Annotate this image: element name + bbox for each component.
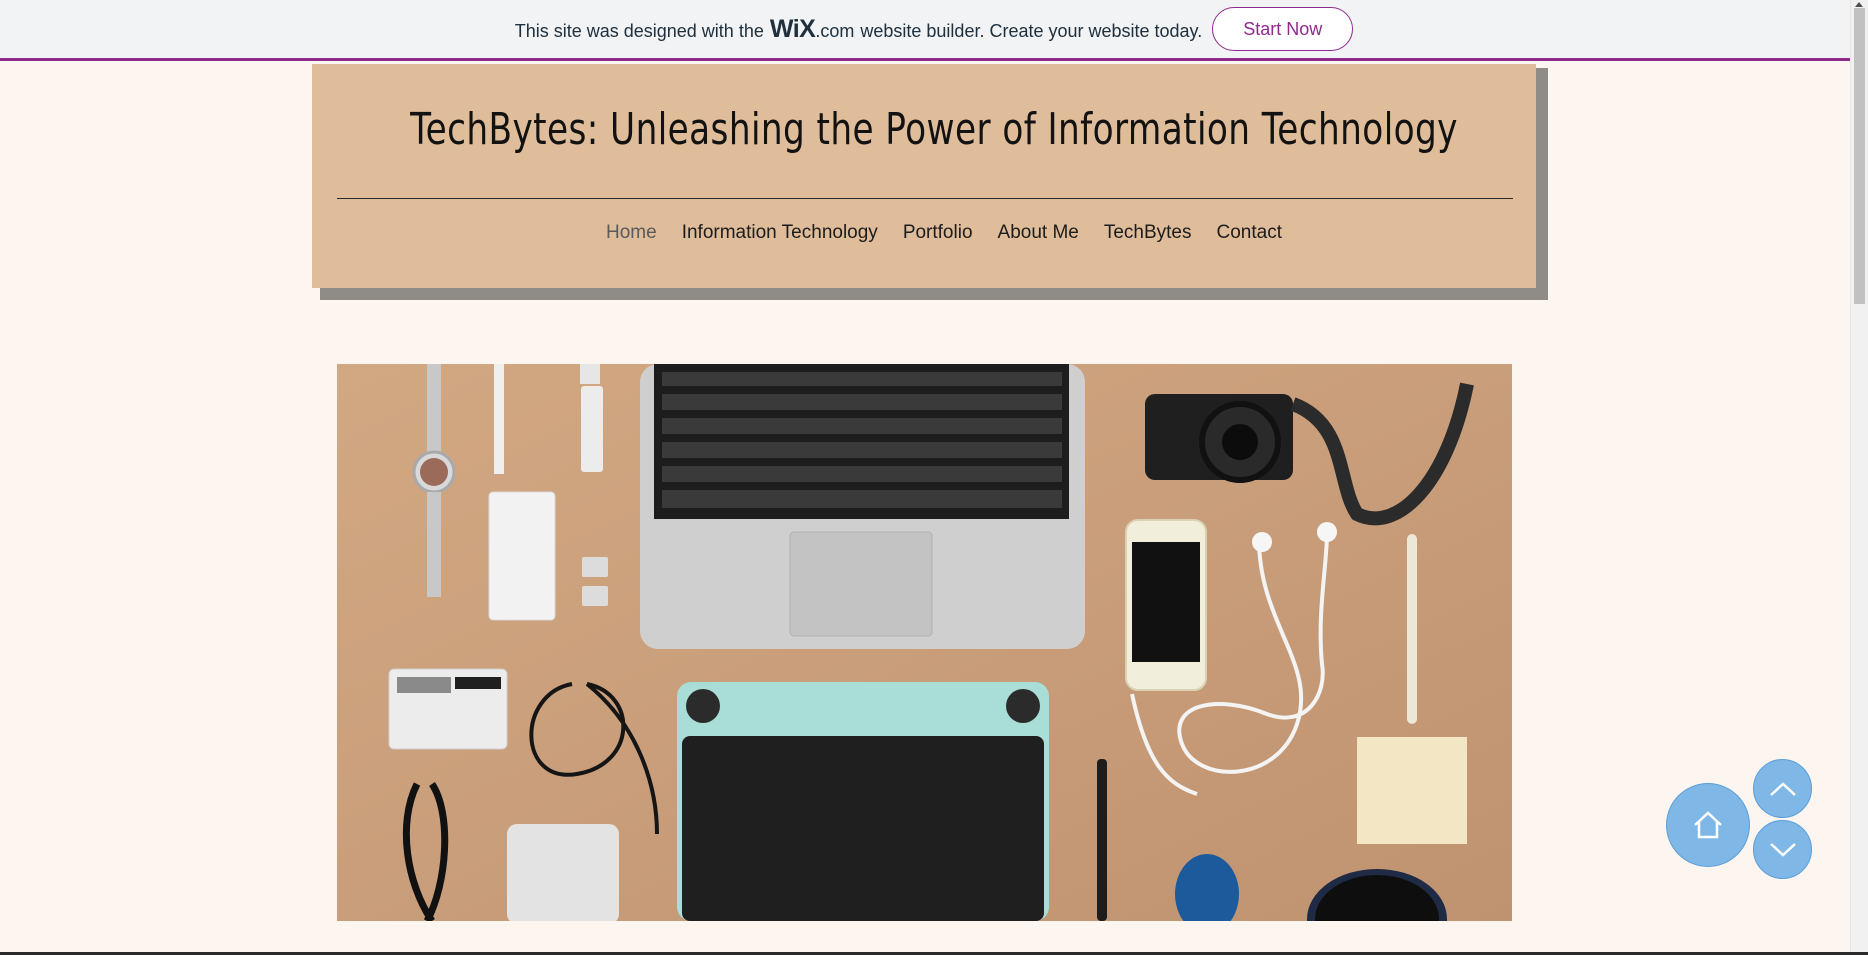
main-nav: Home Information Technology Portfolio Ab… <box>0 220 1868 246</box>
banner-text-after: website builder. Create your website tod… <box>860 20 1203 41</box>
site-header <box>312 64 1536 288</box>
home-button[interactable] <box>1666 783 1750 867</box>
header-divider <box>337 198 1513 199</box>
scroll-down-button[interactable] <box>1753 820 1812 879</box>
nav-item-techbytes[interactable]: TechBytes <box>1091 220 1204 246</box>
nav-item-about-me[interactable]: About Me <box>985 220 1091 246</box>
nav-item-contact[interactable]: Contact <box>1204 220 1294 246</box>
page-scrollbar[interactable] <box>1850 0 1868 955</box>
scroll-up-button[interactable] <box>1753 759 1812 818</box>
wix-logo-dotcom: .com <box>815 20 855 41</box>
chevron-up-icon <box>1769 781 1796 796</box>
hero-image <box>337 364 1512 921</box>
graphics-tablet-icon <box>677 682 1049 921</box>
site-title: TechBytes: Unleashing the Power of Infor… <box>410 104 1458 155</box>
nav-item-portfolio[interactable]: Portfolio <box>890 220 985 246</box>
home-icon <box>1694 811 1722 839</box>
wix-logo-text: WiX <box>769 14 816 43</box>
wix-promo-banner: This site was designed with the WiX.com … <box>0 0 1868 61</box>
start-now-button[interactable]: Start Now <box>1212 7 1354 51</box>
flat-lay-tech-gadgets-image <box>337 364 1512 921</box>
laptop-icon <box>640 364 1085 649</box>
nav-item-information-technology[interactable]: Information Technology <box>669 220 890 246</box>
nav-item-home[interactable]: Home <box>594 220 670 246</box>
scroll-up-arrow-icon[interactable] <box>1855 2 1863 7</box>
wix-logo: WiX.com <box>770 15 855 44</box>
scrollbar-thumb[interactable] <box>1854 8 1865 304</box>
banner-text-before: This site was designed with the <box>514 20 764 41</box>
banner-text: This site was designed with the WiX.com … <box>515 15 1203 44</box>
phone-icon <box>1125 519 1207 691</box>
chevron-down-icon <box>1769 842 1796 857</box>
